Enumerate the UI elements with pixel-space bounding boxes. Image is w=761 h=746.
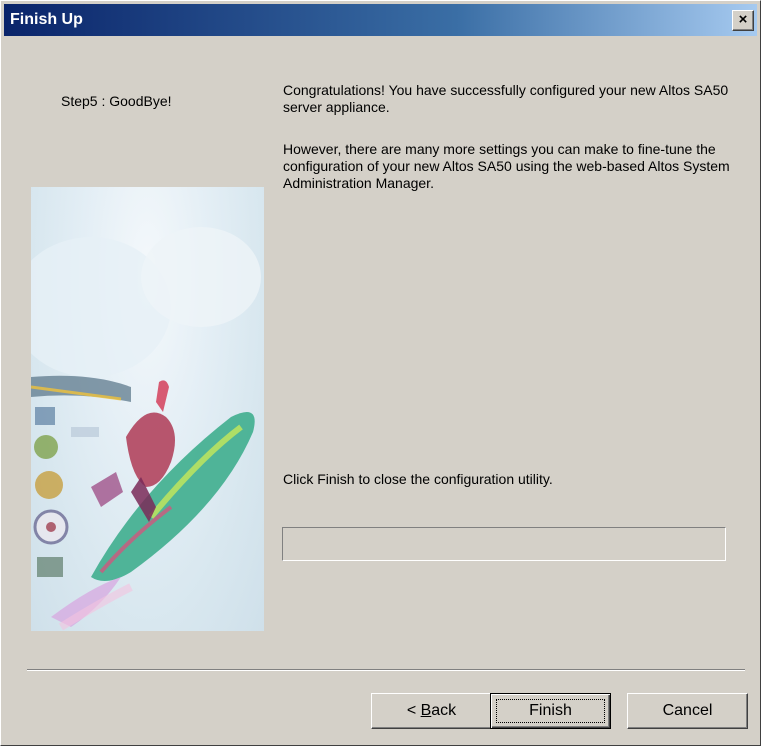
button-separator bbox=[27, 669, 745, 671]
wizard-window: Finish Up × Step5 : GoodBye! Congratulat… bbox=[0, 0, 761, 746]
surfer-illustration-graphic bbox=[31, 227, 261, 631]
back-button[interactable]: < Back bbox=[371, 693, 492, 729]
close-icon: × bbox=[738, 11, 748, 28]
congratulations-text: Congratulations! You have successfully c… bbox=[283, 82, 729, 115]
finish-button[interactable]: Finish bbox=[490, 693, 611, 729]
back-button-accelerator: B bbox=[420, 702, 432, 719]
step-label: Step5 : GoodBye! bbox=[61, 93, 172, 109]
back-button-label-rest: ack bbox=[431, 702, 457, 719]
progress-bar bbox=[282, 527, 726, 561]
cancel-button[interactable]: Cancel bbox=[627, 693, 748, 729]
focus-rectangle bbox=[496, 699, 605, 723]
title-bar[interactable]: Finish Up × bbox=[4, 4, 757, 36]
back-button-prefix: < bbox=[406, 702, 421, 719]
finish-instruction-text: Click Finish to close the configuration … bbox=[283, 471, 553, 487]
more-settings-text: However, there are many more settings yo… bbox=[283, 141, 730, 191]
cancel-button-label: Cancel bbox=[662, 702, 713, 719]
window-title: Finish Up bbox=[10, 11, 83, 28]
wizard-illustration bbox=[31, 187, 264, 631]
close-button[interactable]: × bbox=[732, 10, 754, 31]
